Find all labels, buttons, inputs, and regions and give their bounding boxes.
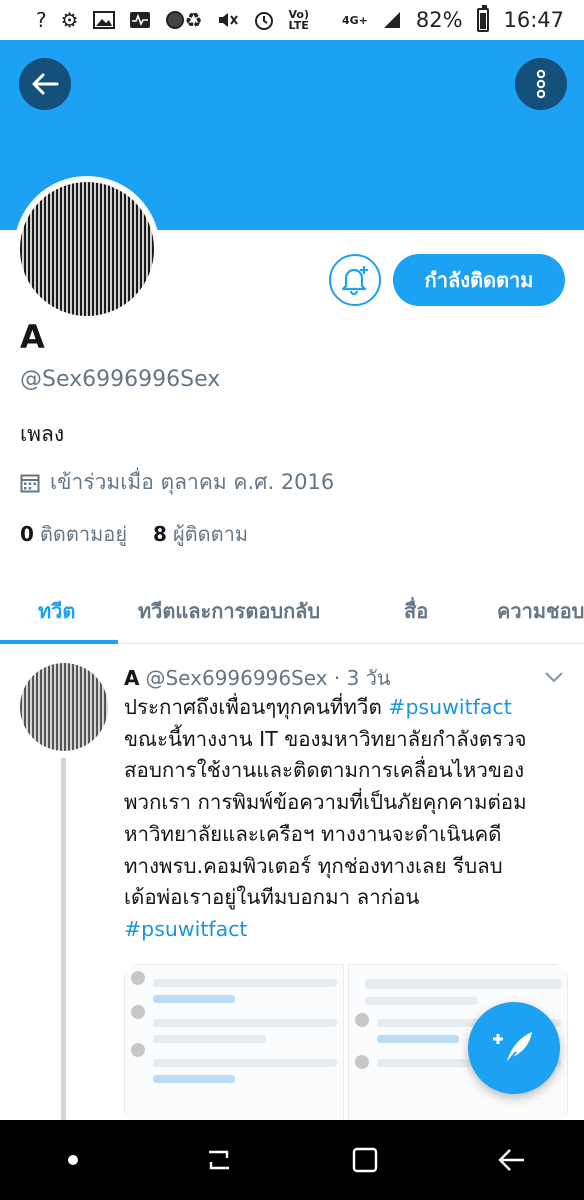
mini-row [153, 979, 337, 987]
follow-stats: 0 ติดตามอยู่ 8 ผู้ติดตาม [20, 518, 248, 550]
tweet-time: · 3 วัน [333, 666, 391, 690]
following-button[interactable]: กำลังติดตาม [393, 254, 565, 306]
mini-avatar [131, 1043, 145, 1057]
profile-handle: @Sex6996996Sex [20, 367, 221, 392]
system-nav-bar [0, 1120, 584, 1200]
battery-icon [476, 5, 490, 32]
recycle-icon: ♻ [184, 8, 203, 32]
mini-row [377, 1035, 460, 1043]
join-date-text: เข้าร่วมเมื่อ ตุลาคม ค.ศ. 2016 [50, 470, 335, 494]
activity-icon [129, 11, 151, 29]
active-tab-indicator [0, 640, 118, 644]
compose-tweet-button[interactable] [468, 1002, 560, 1094]
mini-row [365, 979, 561, 989]
mini-row [153, 1075, 236, 1083]
notifications-button[interactable] [329, 254, 381, 306]
home-button[interactable] [335, 1130, 395, 1190]
profile-name: A [20, 318, 45, 356]
status-right-icons: ♻ Vo) LTE 4G+ 82% 16:47 [184, 5, 564, 32]
back-button[interactable] [19, 58, 71, 110]
mini-avatar [131, 1005, 145, 1019]
circle-icon [165, 10, 185, 30]
following-label: ติดตามอยู่ [39, 522, 128, 546]
mini-row [365, 997, 479, 1005]
avatar-image [20, 182, 154, 316]
mini-avatar [355, 1055, 369, 1069]
thread-line [61, 758, 66, 1120]
following-count: 0 [20, 522, 34, 546]
alarm-icon [253, 9, 275, 31]
mini-avatar [355, 1013, 369, 1027]
status-left-icons: ? ⚙ [36, 10, 185, 30]
recents-button[interactable] [189, 1130, 249, 1190]
tweet-author-handle: @Sex6996996Sex [145, 666, 328, 690]
tweet-line: สอบการใช้งานและติดตามการเคลื่อนไหวของ [124, 758, 525, 783]
mute-icon [217, 10, 239, 30]
followers-count: 8 [153, 522, 167, 546]
tab-media[interactable]: สื่อ [404, 578, 428, 643]
mini-row [153, 995, 236, 1003]
compose-feather-icon [493, 1032, 532, 1065]
tweet-line: ประกาศถึงเพื่อนๆทุกคนที่ทวีต #psuwitfact [124, 692, 569, 724]
tweet-author-name: A [124, 666, 140, 690]
profile-avatar[interactable] [14, 176, 160, 322]
home-icon [352, 1147, 378, 1173]
following-stat[interactable]: 0 ติดตามอยู่ [20, 518, 127, 550]
mini-row [153, 1019, 337, 1027]
arrow-left-icon [32, 73, 59, 95]
tweet-line: ทางพรบ.คอมพิวเตอร์ ทุกช่องทางเลย รีบลบ [124, 853, 503, 878]
recent-apps-icon [209, 1150, 229, 1170]
tweet-text: ประกาศถึงเพื่อนๆทุกคนที่ทวีต #psuwitfact… [124, 692, 569, 946]
dot-icon [68, 1155, 78, 1165]
hashtag-link[interactable]: #psuwitfact [388, 695, 511, 719]
more-vertical-icon [536, 69, 546, 99]
tweet-line: #psuwitfact [124, 914, 569, 946]
tweet-line: เด้อพ่อเราอยู่ในทีมบอกมา ลาก่อน [124, 885, 420, 910]
question-icon: ? [36, 8, 47, 32]
signal-icon [382, 10, 402, 30]
back-icon [498, 1149, 524, 1171]
tweet-line-text: ประกาศถึงเพื่อนๆทุกคนที่ทวีต [124, 695, 389, 719]
followers-label: ผู้ติดตาม [172, 522, 249, 546]
hashtag-link[interactable]: #psuwitfact [124, 917, 247, 941]
media-image-1[interactable] [124, 964, 344, 1124]
settings-icon: ⚙ [60, 8, 79, 32]
volte-indicator: Vo) LTE [288, 8, 310, 32]
tweet-avatar[interactable] [20, 663, 108, 751]
followers-stat[interactable]: 8 ผู้ติดตาม [153, 518, 248, 550]
mini-row [153, 1035, 267, 1043]
tweet-menu-button[interactable] [544, 668, 564, 687]
tweet-line: ขณะนี้ทางงาน IT ของมหาวิทยาลัยกำลังตรวจ [124, 726, 527, 751]
profile-bio: เพลง [20, 422, 65, 446]
tweet-line: พวกเรา การพิมพ์ข้อความที่เป็นภัยคุกคามต่… [124, 790, 527, 815]
mini-row [153, 1059, 337, 1067]
tab-tweets-replies[interactable]: ทวีตและการตอบกลับ [138, 578, 320, 643]
tweet-header: A @Sex6996996Sex · 3 วัน [124, 662, 391, 694]
mini-avatar [131, 971, 145, 985]
profile-tabs: ทวีต ทวีตและการตอบกลับ สื่อ ความชอบ [0, 578, 584, 644]
status-bar: ? ⚙ ♻ Vo) LTE 4G+ 82% 16:47 [0, 0, 584, 40]
image-icon [92, 11, 115, 29]
clock: 16:47 [503, 8, 564, 32]
join-date: เข้าร่วมเมื่อ ตุลาคม ค.ศ. 2016 [20, 466, 334, 499]
tweet-line: หาวิทยาลัยและเครือฯ ทางงานจะดำเนินคดี [124, 821, 502, 846]
tab-likes[interactable]: ความชอบ [497, 578, 584, 643]
battery-percent: 82% [415, 8, 463, 32]
back-nav-button[interactable] [481, 1130, 541, 1190]
assistant-button[interactable] [43, 1130, 103, 1190]
bell-plus-icon [341, 266, 368, 296]
tab-tweets[interactable]: ทวีต [38, 578, 75, 643]
calendar-icon [20, 474, 40, 492]
more-options-button[interactable] [515, 58, 567, 110]
chevron-down-icon [545, 672, 563, 683]
network-indicator: 4G+ [342, 13, 368, 27]
